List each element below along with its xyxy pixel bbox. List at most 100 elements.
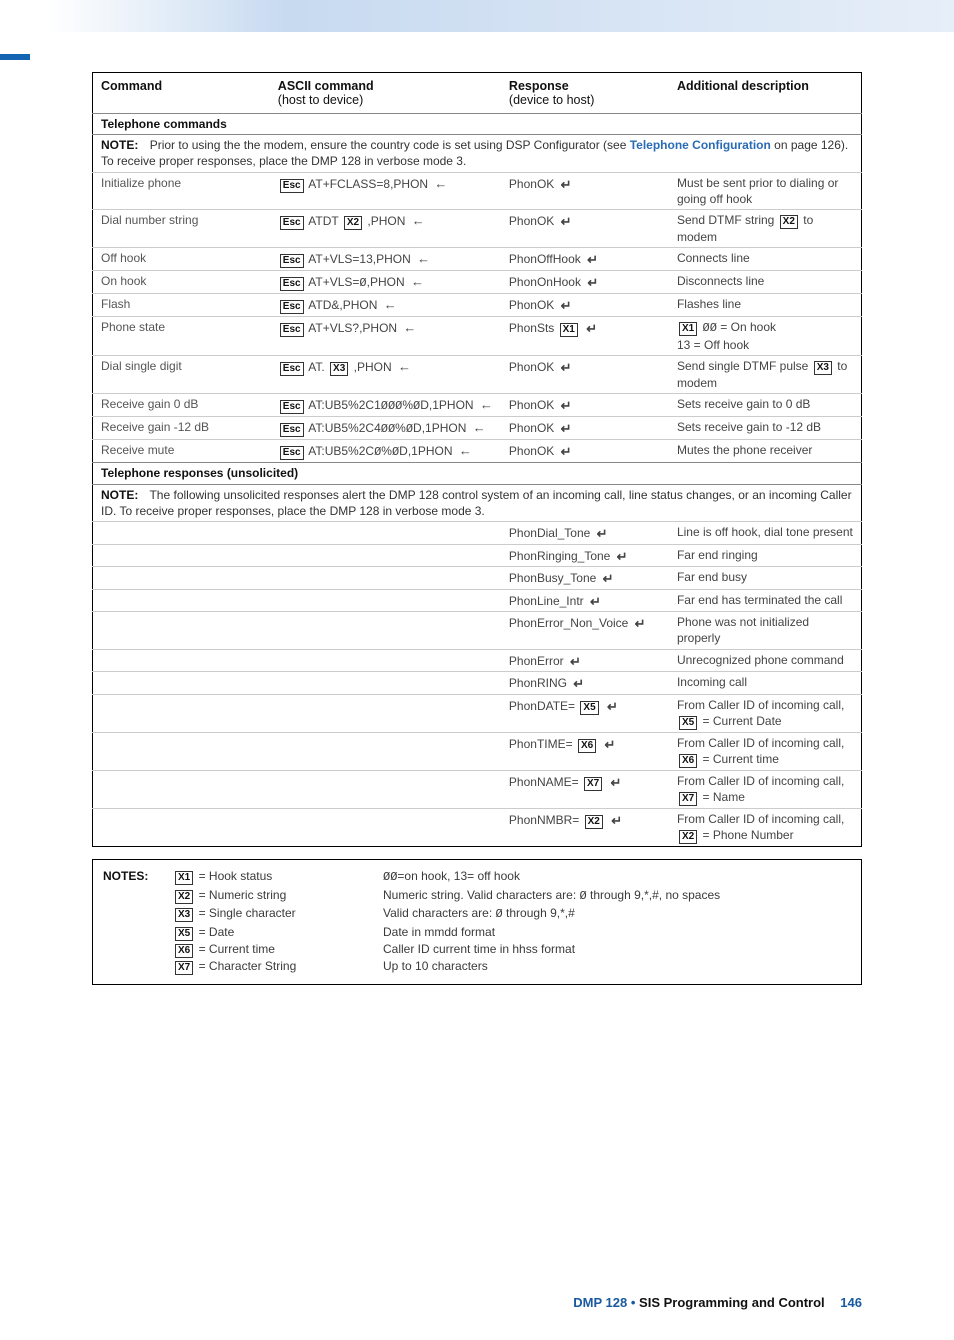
- enter-icon: ↵: [603, 570, 614, 588]
- table-row: Receive gain -12 dBEsc AT:UB5%2C4ØØ%ØD,1…: [93, 417, 862, 440]
- link-telephone-configuration[interactable]: Telephone Configuration: [630, 138, 771, 152]
- response-cell: PhonDATE= X5 ↵: [501, 694, 669, 732]
- esc-key-icon: Esc: [280, 400, 304, 414]
- notes-label: NOTES:: [103, 868, 173, 886]
- description-cell: Connects line: [669, 248, 862, 271]
- response-cell: PhonOK ↵: [501, 440, 669, 463]
- enter-icon: ↵: [570, 653, 581, 671]
- command-cell: [93, 672, 270, 695]
- response-cell: PhonRinging_Tone ↵: [501, 544, 669, 567]
- x1-variable-icon: X1: [560, 323, 578, 337]
- description-cell: Unrecognized phone command: [669, 649, 862, 672]
- response-cell: PhonNMBR= X2 ↵: [501, 809, 669, 847]
- ascii-cell: [270, 589, 501, 612]
- footer-product: DMP 128: [573, 1295, 627, 1310]
- enter-icon: ↵: [561, 443, 572, 461]
- table-row: PhonError ↵Unrecognized phone command: [93, 649, 862, 672]
- description-cell: Line is off hook, dial tone present: [669, 522, 862, 545]
- notes-row: NOTES:X1 = Hook statusØØ=on hook, 13= of…: [103, 868, 851, 886]
- x2-variable-icon: X2: [679, 830, 697, 844]
- notes-label: [103, 905, 173, 923]
- table-header-row: Command ASCII command(host to device) Re…: [93, 73, 862, 114]
- command-cell: [93, 771, 270, 809]
- notes-description: Numeric string. Valid characters are: Ø …: [383, 887, 851, 905]
- command-cell: Receive gain -12 dB: [93, 417, 270, 440]
- description-cell: From Caller ID of incoming call, X7 = Na…: [669, 771, 862, 809]
- note-row-2: NOTE: The following unsolicited response…: [93, 484, 862, 521]
- table-row: Receive muteEsc AT:UB5%2CØ%ØD,1PHON ←Pho…: [93, 440, 862, 463]
- enter-icon: ↵: [561, 397, 572, 415]
- x3-variable-icon: X3: [814, 361, 832, 375]
- response-cell: PhonSts X1 ↵: [501, 317, 669, 355]
- left-arrow-icon: ←: [417, 250, 430, 268]
- ascii-cell: Esc ATDT X2 ,PHON ←: [270, 209, 501, 247]
- command-cell: Receive mute: [93, 440, 270, 463]
- enter-icon: ↵: [587, 274, 598, 292]
- description-cell: From Caller ID of incoming call, X2 = Ph…: [669, 809, 862, 847]
- table-row: PhonDial_Tone ↵Line is off hook, dial to…: [93, 522, 862, 545]
- x7-variable-icon: X7: [584, 777, 602, 791]
- enter-icon: ↵: [561, 176, 572, 194]
- command-cell: Dial number string: [93, 209, 270, 247]
- response-cell: PhonLine_Intr ↵: [501, 589, 669, 612]
- footer-section: SIS Programming and Control: [639, 1295, 825, 1310]
- enter-icon: ↵: [617, 548, 628, 566]
- command-cell: Dial single digit: [93, 355, 270, 393]
- header-accent: [0, 54, 30, 60]
- command-cell: [93, 522, 270, 545]
- note-row-1: NOTE: Prior to using the the modem, ensu…: [93, 135, 862, 172]
- response-cell: PhonOffHook ↵: [501, 248, 669, 271]
- table-row: PhonNAME= X7 ↵From Caller ID of incoming…: [93, 771, 862, 809]
- left-arrow-icon: ←: [434, 175, 447, 193]
- table-row: Receive gain 0 dBEsc AT:UB5%2C1ØØØ%ØD,1P…: [93, 393, 862, 416]
- command-cell: [93, 809, 270, 847]
- response-cell: PhonOK ↵: [501, 172, 669, 209]
- esc-key-icon: Esc: [280, 277, 304, 291]
- ascii-cell: Esc AT+VLS?,PHON ←: [270, 317, 501, 355]
- x6-variable-icon: X6: [679, 754, 697, 768]
- table-row: Initialize phoneEsc AT+FCLASS=8,PHON ←Ph…: [93, 172, 862, 209]
- table-row: On hookEsc AT+VLS=Ø,PHON ←PhonOnHook ↵Di…: [93, 271, 862, 294]
- x6-variable-icon: X6: [175, 944, 193, 958]
- response-cell: PhonBusy_Tone ↵: [501, 567, 669, 590]
- ascii-cell: [270, 694, 501, 732]
- command-cell: [93, 612, 270, 649]
- col-header-command: Command: [93, 73, 270, 114]
- x2-variable-icon: X2: [780, 215, 798, 229]
- response-cell: PhonOK ↵: [501, 393, 669, 416]
- enter-icon: ↵: [573, 675, 584, 693]
- x2-variable-icon: X2: [585, 815, 603, 829]
- description-cell: Send DTMF string X2 to modem: [669, 209, 862, 247]
- table-row: PhonError_Non_Voice ↵Phone was not initi…: [93, 612, 862, 649]
- table-row: PhonRinging_Tone ↵Far end ringing: [93, 544, 862, 567]
- x6-variable-icon: X6: [578, 739, 596, 753]
- table-row: Dial single digitEsc AT. X3 ,PHON ←PhonO…: [93, 355, 862, 393]
- description-cell: Far end has terminated the call: [669, 589, 862, 612]
- ascii-cell: [270, 567, 501, 590]
- esc-key-icon: Esc: [280, 323, 304, 337]
- response-cell: PhonOK ↵: [501, 355, 669, 393]
- x3-variable-icon: X3: [330, 362, 348, 376]
- response-cell: PhonTIME= X6 ↵: [501, 732, 669, 770]
- notes-box: NOTES:X1 = Hook statusØØ=on hook, 13= of…: [92, 859, 862, 984]
- notes-row: X6 = Current timeCaller ID current time …: [103, 941, 851, 958]
- command-cell: Flash: [93, 294, 270, 317]
- enter-icon: ↵: [607, 698, 618, 716]
- notes-description: Valid characters are: Ø through 9,*,#: [383, 905, 851, 923]
- esc-key-icon: Esc: [280, 362, 304, 376]
- x2-variable-icon: X2: [175, 890, 193, 904]
- response-cell: PhonRING ↵: [501, 672, 669, 695]
- ascii-cell: Esc AT+VLS=Ø,PHON ←: [270, 271, 501, 294]
- notes-variable: X1 = Hook status: [173, 868, 383, 886]
- enter-icon: ↵: [597, 525, 608, 543]
- page-footer: DMP 128 • SIS Programming and Control 14…: [92, 1285, 862, 1340]
- x5-variable-icon: X5: [580, 701, 598, 715]
- description-cell: Incoming call: [669, 672, 862, 695]
- esc-key-icon: Esc: [280, 254, 304, 268]
- section-telephone-responses: Telephone responses (unsolicited): [93, 463, 862, 484]
- command-cell: [93, 649, 270, 672]
- x5-variable-icon: X5: [679, 716, 697, 730]
- command-cell: Initialize phone: [93, 172, 270, 209]
- notes-label: [103, 887, 173, 905]
- note-text: Prior to using the the modem, ensure the…: [150, 138, 630, 152]
